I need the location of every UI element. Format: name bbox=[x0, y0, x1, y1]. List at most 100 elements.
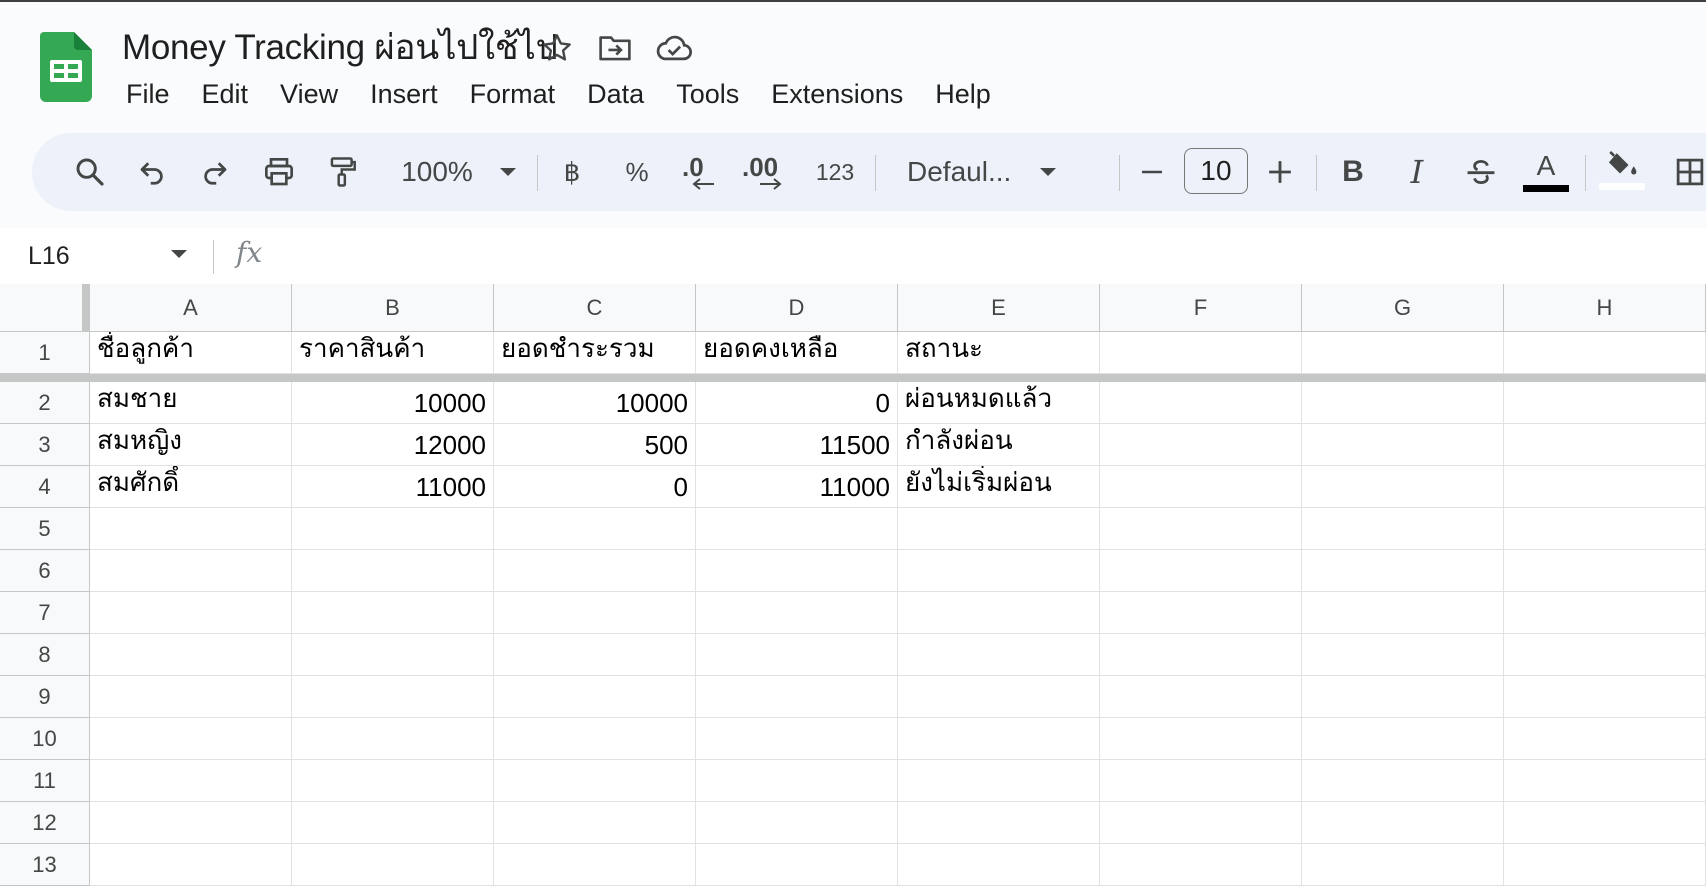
cell-e10[interactable] bbox=[898, 718, 1100, 760]
cell-h5[interactable] bbox=[1504, 508, 1706, 550]
cell-e9[interactable] bbox=[898, 676, 1100, 718]
paint-format-button[interactable] bbox=[313, 133, 373, 211]
cell-a1[interactable]: ชื่อลูกค้า bbox=[90, 332, 292, 374]
cell-h10[interactable] bbox=[1504, 718, 1706, 760]
increase-decimal-button[interactable]: .00 bbox=[732, 133, 798, 211]
cell-g8[interactable] bbox=[1302, 634, 1504, 676]
cell-b12[interactable] bbox=[292, 802, 494, 844]
cell-f4[interactable] bbox=[1100, 466, 1302, 508]
cell-b3[interactable]: 12000 bbox=[292, 424, 494, 466]
row-header-11[interactable]: 11 bbox=[0, 760, 90, 802]
cell-h9[interactable] bbox=[1504, 676, 1706, 718]
cell-c11[interactable] bbox=[494, 760, 696, 802]
cell-h3[interactable] bbox=[1504, 424, 1706, 466]
more-formats-button[interactable]: 123 bbox=[802, 133, 868, 211]
cell-b11[interactable] bbox=[292, 760, 494, 802]
cell-e4[interactable]: ยังไม่เริ่มผ่อน bbox=[898, 466, 1100, 508]
cell-f13[interactable] bbox=[1100, 844, 1302, 886]
column-header-h[interactable]: H bbox=[1504, 284, 1706, 332]
cell-h11[interactable] bbox=[1504, 760, 1706, 802]
cell-f8[interactable] bbox=[1100, 634, 1302, 676]
italic-button[interactable]: I bbox=[1386, 133, 1448, 211]
cell-a11[interactable] bbox=[90, 760, 292, 802]
cell-d2[interactable]: 0 bbox=[696, 382, 898, 424]
menu-file[interactable]: File bbox=[110, 72, 186, 116]
row-header-10[interactable]: 10 bbox=[0, 718, 90, 760]
cell-g11[interactable] bbox=[1302, 760, 1504, 802]
cell-f12[interactable] bbox=[1100, 802, 1302, 844]
select-all-corner[interactable] bbox=[0, 284, 90, 332]
row-header-9[interactable]: 9 bbox=[0, 676, 90, 718]
menu-edit[interactable]: Edit bbox=[186, 72, 265, 116]
cell-h2[interactable] bbox=[1504, 382, 1706, 424]
zoom-select[interactable]: 100% bbox=[384, 133, 534, 211]
cell-b5[interactable] bbox=[292, 508, 494, 550]
cell-a6[interactable] bbox=[90, 550, 292, 592]
cell-a8[interactable] bbox=[90, 634, 292, 676]
move-folder-icon[interactable] bbox=[595, 28, 635, 68]
undo-button[interactable] bbox=[122, 133, 182, 211]
cell-h4[interactable] bbox=[1504, 466, 1706, 508]
cell-d10[interactable] bbox=[696, 718, 898, 760]
cell-c4[interactable]: 0 bbox=[494, 466, 696, 508]
cell-a3[interactable]: สมหญิง bbox=[90, 424, 292, 466]
row-header-8[interactable]: 8 bbox=[0, 634, 90, 676]
cell-c13[interactable] bbox=[494, 844, 696, 886]
column-header-a[interactable]: A bbox=[90, 284, 292, 332]
cell-b10[interactable] bbox=[292, 718, 494, 760]
cell-d7[interactable] bbox=[696, 592, 898, 634]
cloud-saved-icon[interactable] bbox=[654, 28, 694, 68]
strikethrough-button[interactable] bbox=[1450, 133, 1512, 211]
cell-e13[interactable] bbox=[898, 844, 1100, 886]
cell-d9[interactable] bbox=[696, 676, 898, 718]
menu-view[interactable]: View bbox=[264, 72, 354, 116]
font-family-select[interactable]: Defaul... bbox=[887, 133, 1107, 211]
decrease-font-size-button[interactable] bbox=[1122, 133, 1182, 211]
cell-d6[interactable] bbox=[696, 550, 898, 592]
cell-e11[interactable] bbox=[898, 760, 1100, 802]
cell-c5[interactable] bbox=[494, 508, 696, 550]
cell-c12[interactable] bbox=[494, 802, 696, 844]
cell-c3[interactable]: 500 bbox=[494, 424, 696, 466]
menu-insert[interactable]: Insert bbox=[354, 72, 454, 116]
increase-font-size-button[interactable] bbox=[1250, 133, 1310, 211]
cell-a12[interactable] bbox=[90, 802, 292, 844]
row-header-5[interactable]: 5 bbox=[0, 508, 90, 550]
cell-e3[interactable]: กำลังผ่อน bbox=[898, 424, 1100, 466]
cell-c8[interactable] bbox=[494, 634, 696, 676]
cell-c10[interactable] bbox=[494, 718, 696, 760]
row-header-12[interactable]: 12 bbox=[0, 802, 90, 844]
cell-e1[interactable]: สถานะ bbox=[898, 332, 1100, 374]
cell-d5[interactable] bbox=[696, 508, 898, 550]
row-header-7[interactable]: 7 bbox=[0, 592, 90, 634]
decrease-decimal-button[interactable]: .0 bbox=[670, 133, 730, 211]
cell-c1[interactable]: ยอดชำระรวม bbox=[494, 332, 696, 374]
cell-d11[interactable] bbox=[696, 760, 898, 802]
menu-data[interactable]: Data bbox=[571, 72, 660, 116]
cell-a9[interactable] bbox=[90, 676, 292, 718]
cell-b7[interactable] bbox=[292, 592, 494, 634]
cell-g5[interactable] bbox=[1302, 508, 1504, 550]
format-percent-button[interactable]: % bbox=[607, 133, 667, 211]
cell-b6[interactable] bbox=[292, 550, 494, 592]
cell-h7[interactable] bbox=[1504, 592, 1706, 634]
cell-d1[interactable]: ยอดคงเหลือ bbox=[696, 332, 898, 374]
cell-h12[interactable] bbox=[1504, 802, 1706, 844]
cell-f7[interactable] bbox=[1100, 592, 1302, 634]
cell-g12[interactable] bbox=[1302, 802, 1504, 844]
format-currency-button[interactable]: ฿ bbox=[542, 133, 602, 211]
cell-f11[interactable] bbox=[1100, 760, 1302, 802]
cell-c2[interactable]: 10000 bbox=[494, 382, 696, 424]
cell-h8[interactable] bbox=[1504, 634, 1706, 676]
font-size-input[interactable]: 10 bbox=[1184, 148, 1248, 194]
row-header-3[interactable]: 3 bbox=[0, 424, 90, 466]
column-header-b[interactable]: B bbox=[292, 284, 494, 332]
text-color-button[interactable]: A bbox=[1514, 133, 1578, 211]
cell-f3[interactable] bbox=[1100, 424, 1302, 466]
sheets-logo-icon[interactable] bbox=[40, 32, 92, 102]
freeze-column-handle[interactable] bbox=[82, 284, 90, 332]
fill-color-button[interactable] bbox=[1590, 133, 1654, 211]
row-header-6[interactable]: 6 bbox=[0, 550, 90, 592]
cell-f2[interactable] bbox=[1100, 382, 1302, 424]
cell-a4[interactable]: สมศักดิ์ bbox=[90, 466, 292, 508]
